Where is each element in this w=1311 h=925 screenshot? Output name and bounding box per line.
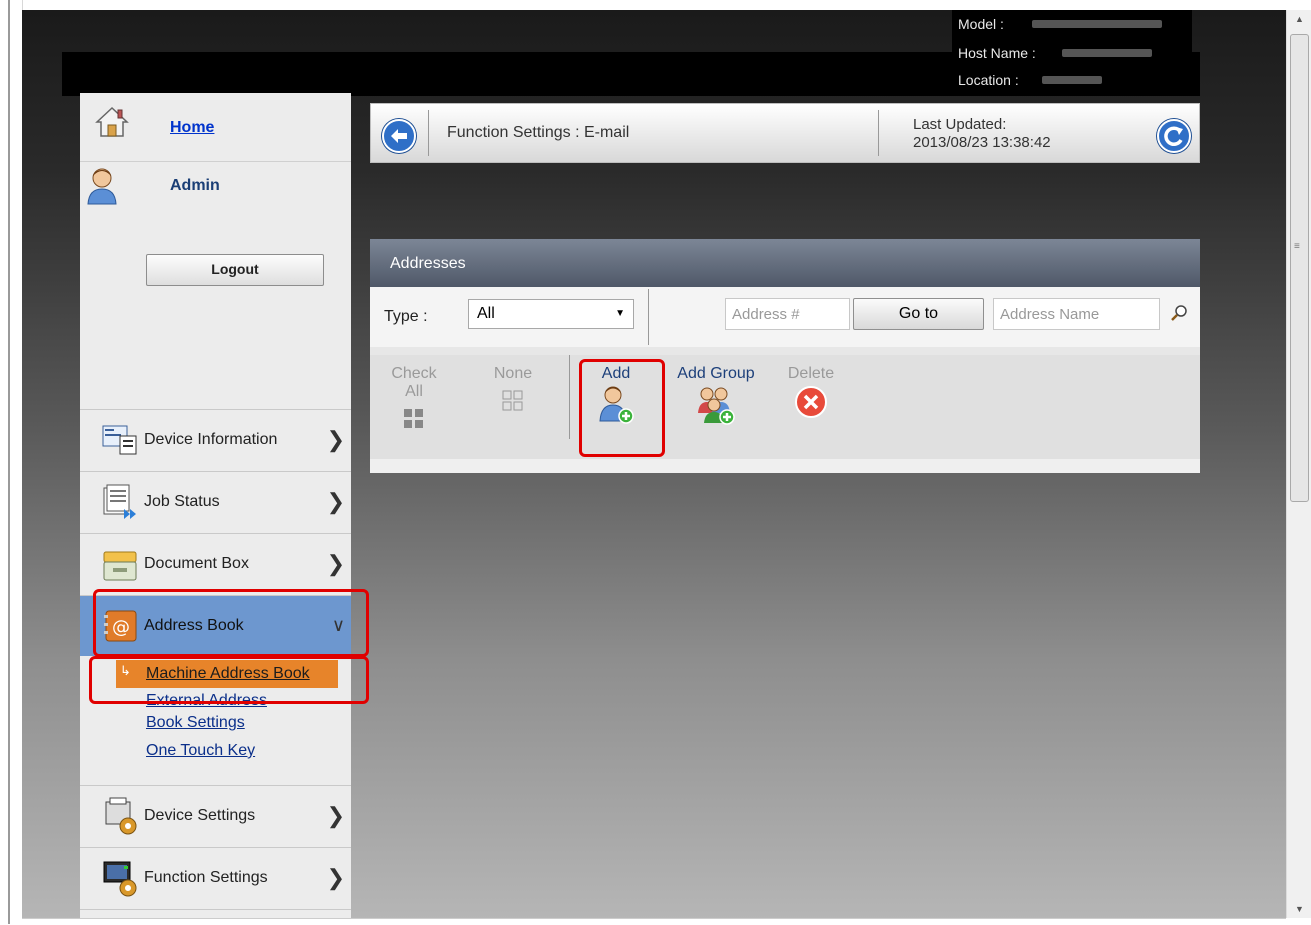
refresh-icon — [1164, 126, 1183, 146]
highlight-add-button — [579, 359, 665, 457]
address-action-row: Check All None Add Add Group Delete — [370, 355, 1200, 459]
scrollbar-grip-icon: ≡ — [1294, 241, 1300, 252]
last-updated-label: Last Updated: — [913, 116, 1007, 133]
none-button[interactable]: None — [490, 365, 536, 418]
device-info-icon — [102, 425, 137, 455]
location-label: Location : — [958, 72, 1019, 88]
chevron-right-icon: ❯ — [326, 865, 345, 890]
chevron-right-icon: ❯ — [326, 489, 345, 514]
type-select[interactable]: All ▼ — [468, 299, 634, 329]
delete-button[interactable]: Delete — [786, 365, 836, 424]
vertical-scrollbar[interactable]: ▲ ≡ ▼ — [1286, 10, 1311, 918]
last-updated-value: 2013/08/23 13:38:42 — [913, 134, 1051, 151]
sidebar-item-label: Device Settings — [144, 807, 256, 824]
scrollbar-thumb[interactable] — [1290, 34, 1309, 502]
scroll-up-arrow-icon[interactable]: ▲ — [1287, 10, 1311, 28]
chevron-right-icon: ❯ — [326, 551, 345, 576]
admin-user-icon — [87, 168, 117, 205]
add-group-button[interactable]: Add Group — [670, 365, 762, 430]
host-name-label: Host Name : — [958, 45, 1036, 61]
address-number-input[interactable]: Address # — [725, 298, 850, 330]
uncheck-all-icon — [502, 390, 523, 411]
window-left-edge — [0, 0, 23, 924]
none-label: None — [493, 365, 533, 382]
sidebar: Home Admin Logout Device Information ❯ J… — [80, 93, 351, 924]
check-all-button[interactable]: Check All — [386, 365, 442, 436]
highlight-address-book — [93, 589, 369, 657]
addresses-panel: Addresses Type : All ▼ Address # Go to A… — [370, 239, 1200, 473]
scroll-down-arrow-icon[interactable]: ▼ — [1287, 900, 1311, 918]
check-all-icon — [404, 409, 423, 428]
back-arrow-icon — [391, 129, 407, 143]
sidebar-item-label: Function Settings — [144, 869, 268, 886]
function-settings-bar: Function Settings : E-mail Last Updated:… — [370, 103, 1200, 163]
sidebar-home: Home — [80, 93, 351, 162]
job-status-icon — [103, 484, 136, 519]
chevron-right-icon: ❯ — [326, 803, 345, 828]
host-name-value-redacted — [1062, 49, 1152, 57]
address-filter-row: Type : All ▼ Address # Go to Address Nam… — [370, 287, 1200, 347]
sidebar-item-job-status[interactable]: Job Status ❯ — [80, 471, 351, 532]
device-settings-icon — [105, 797, 137, 835]
location-value-redacted — [1042, 76, 1102, 84]
logout-button[interactable]: Logout — [146, 254, 324, 286]
sidebar-item-device-information[interactable]: Device Information ❯ — [80, 409, 351, 470]
delete-icon — [795, 386, 827, 418]
add-group-label: Add Group — [677, 365, 755, 382]
addresses-title: Addresses — [390, 255, 466, 272]
address-name-input[interactable]: Address Name — [993, 298, 1160, 330]
home-icon[interactable] — [95, 105, 129, 139]
addresses-panel-footer — [370, 459, 1200, 473]
search-icon[interactable] — [1170, 304, 1188, 322]
browser-window: Model : Host Name : Location : Home Admi… — [0, 0, 1311, 925]
chevron-right-icon: ❯ — [326, 427, 345, 452]
admin-label: Admin — [170, 177, 220, 194]
submenu-item-external-address-line2[interactable]: Book Settings — [146, 714, 245, 732]
sidebar-item-function-settings[interactable]: Function Settings ❯ — [80, 847, 351, 908]
page-title: Function Settings : E-mail — [447, 124, 630, 141]
device-info-header: Model : Host Name : Location : — [952, 10, 1192, 96]
sidebar-item-label: Job Status — [144, 493, 220, 510]
sidebar-item-label: Device Information — [144, 431, 278, 448]
type-select-value: All — [477, 305, 495, 322]
model-label: Model : — [958, 16, 1004, 32]
model-value-redacted — [1032, 20, 1162, 28]
highlight-machine-address-book — [89, 656, 369, 704]
type-label: Type : — [384, 308, 428, 325]
delete-label: Delete — [787, 365, 835, 382]
dropdown-arrow-icon: ▼ — [615, 308, 625, 319]
sidebar-item-label: Document Box — [144, 555, 249, 572]
last-updated: Last Updated: 2013/08/23 13:38:42 — [913, 116, 1051, 152]
addresses-panel-header: Addresses — [370, 239, 1200, 287]
submenu-item-one-touch-key[interactable]: One Touch Key — [146, 742, 255, 760]
add-group-icon — [698, 387, 735, 425]
goto-button[interactable]: Go to — [853, 298, 984, 330]
sidebar-item-device-settings[interactable]: Device Settings ❯ — [80, 785, 351, 846]
refresh-button[interactable] — [1157, 119, 1191, 153]
sidebar-item-document-box[interactable]: Document Box ❯ — [80, 533, 351, 594]
document-box-icon — [103, 551, 137, 581]
check-all-label: Check All — [391, 365, 437, 400]
function-settings-icon — [103, 861, 137, 897]
back-button[interactable] — [382, 119, 416, 153]
home-link[interactable]: Home — [170, 119, 214, 137]
